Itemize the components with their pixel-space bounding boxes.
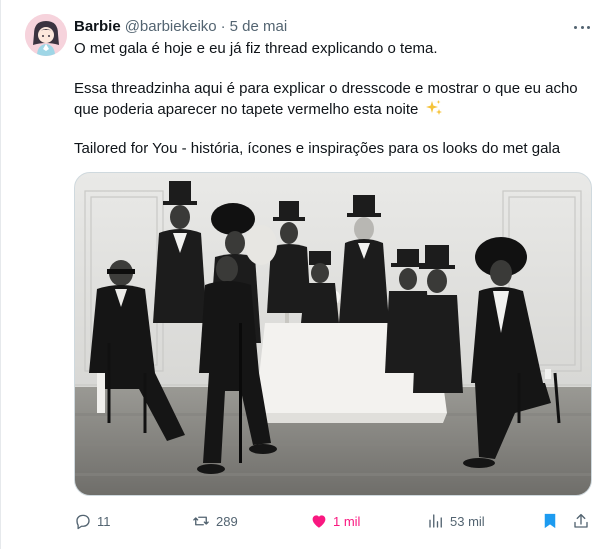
tweet-text-line: Essa threadzinha aqui é para explicar o … bbox=[74, 80, 578, 97]
tweet-header: Barbie @barbiekeiko · 5 de mai bbox=[74, 16, 287, 36]
analytics-bars-icon bbox=[429, 514, 442, 528]
sparkles-emoji-icon bbox=[425, 100, 442, 115]
tweet-text-segment: que poderia aparecer no tapete vermelho … bbox=[74, 101, 419, 118]
heart-filled-icon bbox=[312, 515, 326, 528]
separator-dot: · bbox=[220, 17, 226, 35]
reply-icon bbox=[76, 514, 90, 530]
author-handle[interactable]: @barbiekeiko bbox=[125, 18, 217, 35]
reply-count: 11 bbox=[97, 513, 111, 529]
retweet-button[interactable]: 289 bbox=[191, 511, 238, 531]
views-button[interactable]: 53 mil bbox=[427, 511, 485, 531]
more-options-button[interactable] bbox=[572, 20, 592, 34]
like-count: 1 mil bbox=[333, 513, 361, 529]
like-button[interactable]: 1 mil bbox=[310, 511, 360, 531]
tweet-text-line: que poderia aparecer no tapete vermelho … bbox=[74, 99, 443, 120]
tweet-media-photo[interactable] bbox=[74, 172, 592, 496]
tweet-text-line: O met gala é hoje e eu já fiz thread exp… bbox=[74, 40, 438, 57]
timeline-divider bbox=[0, 0, 1, 549]
reply-button[interactable]: 11 bbox=[74, 511, 111, 531]
more-dot-icon bbox=[574, 25, 577, 29]
retweet-icon bbox=[193, 516, 209, 526]
bookmark-button[interactable] bbox=[542, 511, 558, 531]
tweet-text-line: Tailored for You - história, ícones e in… bbox=[74, 140, 561, 157]
retweet-count: 289 bbox=[216, 513, 238, 529]
views-count: 53 mil bbox=[450, 513, 485, 529]
more-dot-icon bbox=[580, 25, 584, 29]
share-upload-icon bbox=[574, 513, 588, 528]
author-name[interactable]: Barbie bbox=[74, 18, 121, 35]
tweet-card[interactable]: Barbie @barbiekeiko · 5 de mai O met gal… bbox=[0, 0, 616, 549]
avatar[interactable] bbox=[25, 14, 67, 56]
bookmark-filled-icon bbox=[544, 513, 556, 529]
tweet-timestamp[interactable]: 5 de mai bbox=[230, 18, 288, 35]
tweet-action-bar: 11 289 1 mil 53 mil bbox=[74, 511, 594, 531]
group-photo-image bbox=[75, 173, 591, 495]
more-dot-icon bbox=[587, 25, 590, 29]
share-button[interactable] bbox=[572, 511, 590, 531]
